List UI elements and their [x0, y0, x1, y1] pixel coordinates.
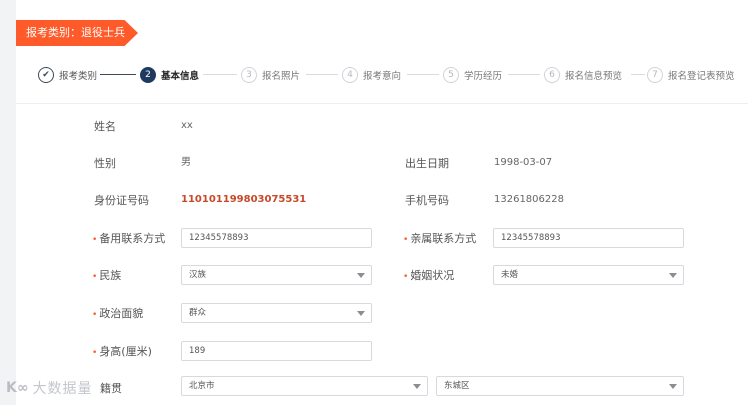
step-5-number: 5: [443, 67, 459, 83]
marital-status-label-text: 婚姻状况: [410, 269, 455, 282]
birth-date-label: 出生日期: [405, 157, 449, 170]
step-3-number: 3: [241, 67, 257, 83]
chevron-down-icon: [413, 384, 421, 389]
required-marker: •: [92, 348, 98, 358]
step-4-label: 报考意向: [363, 71, 402, 82]
chevron-down-icon: [357, 311, 365, 316]
step-7[interactable]: 7 报名登记表预览: [647, 66, 735, 84]
step-3-label: 报名照片: [262, 71, 301, 82]
check-icon: ✔: [38, 67, 54, 83]
step-connector: [203, 74, 237, 75]
chevron-down-icon: [669, 273, 677, 278]
required-marker: •: [92, 272, 98, 282]
birth-date-value: 1998-03-07: [494, 157, 553, 168]
political-status-label-text: 政治面貌: [99, 307, 144, 320]
ethnicity-selected: 汉族: [189, 270, 207, 280]
step-6-number: 6: [544, 67, 560, 83]
marital-status-label: • 婚姻状况: [403, 269, 454, 284]
backup-contact-label: • 备用联系方式: [92, 232, 165, 247]
required-marker: •: [92, 310, 98, 320]
step-1[interactable]: ✔ 报考类别: [38, 66, 97, 84]
step-4-number: 4: [342, 67, 358, 83]
political-status-label: • 政治面貌: [92, 307, 143, 322]
id-number-value: 110101199803075531: [181, 194, 307, 205]
native-province-selected: 北京市: [189, 381, 215, 391]
required-marker: •: [403, 235, 409, 245]
political-status-selected: 群众: [189, 308, 207, 318]
family-contact-label: • 亲属联系方式: [403, 232, 476, 247]
watermark: K∞ 大数据量: [6, 378, 93, 398]
chevron-down-icon: [357, 273, 365, 278]
watermark-text: 大数据量: [32, 381, 93, 397]
height-label-text: 身高(厘米): [99, 345, 152, 358]
ethnicity-select[interactable]: 汉族: [181, 265, 372, 285]
phone-label: 手机号码: [405, 194, 449, 207]
ethnicity-label: • 民族: [92, 269, 121, 284]
id-number-label: 身份证号码: [94, 194, 149, 207]
gender-value: 男: [181, 157, 191, 168]
progress-stepper: ✔ 报考类别 2 基本信息 3 报名照片 4 报考意向 5 学历经历 6 报名信…: [38, 66, 738, 84]
step-2[interactable]: 2 基本信息: [140, 66, 199, 84]
backup-contact-input[interactable]: 12345578893: [181, 228, 372, 248]
height-input[interactable]: 189: [181, 341, 372, 361]
step-6[interactable]: 6 报名信息预览: [544, 66, 622, 84]
step-connector: [100, 74, 136, 75]
step-6-label: 报名信息预览: [565, 71, 623, 82]
step-connector: [306, 74, 338, 75]
watermark-logo: K∞: [6, 380, 29, 396]
step-7-label: 报名登记表预览: [668, 71, 735, 82]
phone-value: 13261806228: [494, 194, 564, 205]
gender-label: 性别: [94, 157, 116, 170]
step-7-number: 7: [647, 67, 663, 83]
required-marker: •: [92, 235, 98, 245]
step-5[interactable]: 5 学历经历: [443, 66, 502, 84]
ethnicity-label-text: 民族: [99, 269, 122, 282]
chevron-down-icon: [669, 384, 677, 389]
native-place-label: 籍贯: [100, 382, 122, 395]
name-label: 姓名: [94, 120, 116, 133]
native-district-select[interactable]: 东城区: [436, 376, 684, 396]
marital-status-selected: 未婚: [501, 270, 519, 280]
header-divider: [16, 103, 748, 104]
native-district-selected: 东城区: [444, 381, 470, 391]
step-connector: [508, 74, 540, 75]
required-marker: •: [403, 272, 409, 282]
name-value: xx: [181, 120, 193, 131]
step-5-label: 学历经历: [464, 71, 503, 82]
step-2-label: 基本信息: [161, 71, 200, 82]
step-3[interactable]: 3 报名照片: [241, 66, 300, 84]
family-contact-input[interactable]: 12345578893: [493, 228, 684, 248]
category-banner-label: 报考类别：退役士兵: [26, 26, 125, 39]
height-label: • 身高(厘米): [92, 345, 152, 360]
family-contact-label-text: 亲属联系方式: [410, 232, 477, 245]
step-connector: [631, 74, 645, 75]
marital-status-select[interactable]: 未婚: [493, 265, 684, 285]
backup-contact-label-text: 备用联系方式: [99, 232, 166, 245]
political-status-select[interactable]: 群众: [181, 303, 372, 323]
native-province-select[interactable]: 北京市: [181, 376, 428, 396]
step-connector: [407, 74, 439, 75]
step-4[interactable]: 4 报考意向: [342, 66, 401, 84]
left-margin: [0, 0, 16, 405]
step-1-label: 报考类别: [59, 71, 98, 82]
step-2-number: 2: [140, 67, 156, 83]
